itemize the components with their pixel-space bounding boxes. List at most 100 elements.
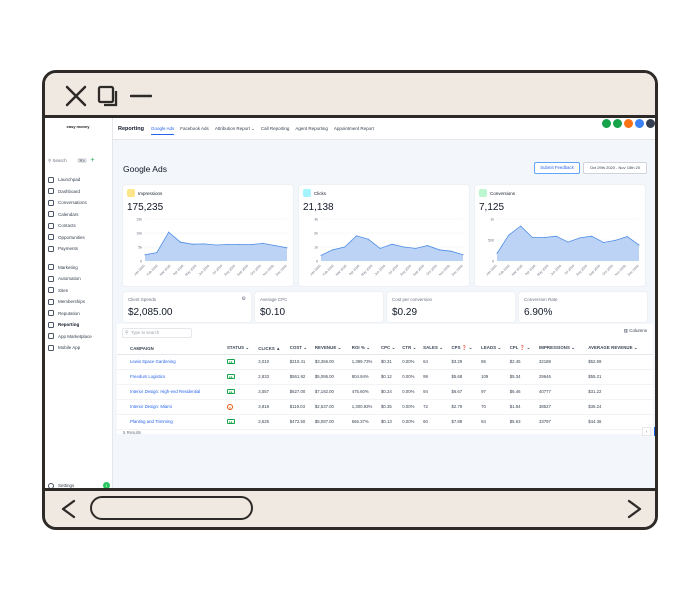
table-search-input[interactable]: Type to search — [122, 328, 192, 338]
minimize-icon[interactable] — [130, 85, 152, 107]
add-icon[interactable]: + — [90, 157, 94, 164]
column-header[interactable]: AVERAGE REVENUE ⌄ — [586, 343, 653, 355]
cell-status: ▸▸ — [224, 384, 257, 400]
forward-arrow-icon[interactable] — [623, 498, 645, 520]
chat-icon[interactable] — [613, 119, 622, 128]
tab-1[interactable]: Facebook Ads — [180, 126, 209, 135]
active-status-icon[interactable]: ▸▸ — [226, 389, 235, 394]
cell-sales: 94 — [421, 384, 450, 400]
sidebar-item-launchpad[interactable]: Launchpad — [48, 174, 110, 186]
stat-label: Cost per conversion — [392, 297, 433, 302]
active-status-icon[interactable]: ▸▸ — [226, 359, 235, 364]
tab-0[interactable]: Google Ads — [151, 126, 175, 135]
search-shortcut: ⌘K — [76, 158, 88, 163]
column-header[interactable]: CPC ⌄ — [378, 343, 401, 355]
gear-icon[interactable]: ⚙ — [242, 296, 246, 302]
sidebar-item-sites[interactable]: Sites — [48, 285, 110, 297]
sidebar-item-opportunities[interactable]: Opportunities — [48, 232, 110, 244]
x-tick-label: Jun 2020 — [550, 264, 563, 277]
stat-value: $2,085.00 — [128, 307, 173, 318]
column-header[interactable]: CPS ❓ ⌄ — [449, 343, 480, 355]
sidebar-item-label: Sites — [58, 287, 69, 293]
column-header[interactable]: STATUS ⌄ — [224, 343, 257, 355]
sidebar-item-mobile-app[interactable]: Mobile App — [48, 342, 110, 354]
sidebar-item-reporting[interactable]: Reporting — [48, 319, 110, 331]
sidebar-item-marketing[interactable]: Marketing — [48, 262, 110, 274]
page-button[interactable]: 1 — [654, 427, 655, 436]
x-tick-label: Feb 2020 — [146, 264, 159, 277]
sidebar-item-payments[interactable]: Payments — [48, 243, 110, 255]
campaign-table: CAMPAIGN STATUS ⌄ CLICKS ▲ COST ⌄ REVENUE ⌄ R… — [117, 343, 653, 430]
sidebar-item-label: Reporting — [58, 322, 80, 328]
x-tick-label: Mar 2020 — [335, 264, 348, 277]
notification-icon[interactable] — [624, 119, 633, 128]
column-header[interactable]: COST ⌄ — [287, 343, 313, 355]
chat-icon — [48, 199, 54, 206]
sidebar-item-app-marketplace[interactable]: App Marketplace — [48, 331, 110, 343]
tab-5[interactable]: Appointment Report — [334, 126, 374, 135]
tab-2[interactable]: Attribution Report ⌄ — [215, 126, 255, 135]
nav-divider — [48, 255, 110, 262]
app-logo[interactable]: easy money — [53, 124, 103, 131]
cell-cpc: $0.35 — [378, 399, 401, 415]
cell-ctr: 0.00% — [400, 369, 422, 385]
payments-icon — [48, 245, 54, 252]
active-status-icon[interactable]: ▸▸ — [226, 374, 235, 379]
column-header[interactable]: CPL ❓ ⌄ — [507, 343, 537, 355]
data-point — [614, 239, 616, 241]
campaign-link[interactable]: Interior Design: Miami — [117, 399, 225, 415]
columns-button[interactable]: ▥ Columns — [624, 328, 647, 334]
campaign-link[interactable]: Planting and Trimming — [117, 414, 225, 430]
cell-cpc: $0.13 — [378, 414, 401, 430]
sidebar-item-automation[interactable]: Automation — [48, 273, 110, 285]
sidebar-search[interactable]: ⚲ Search ⌘K + — [48, 156, 110, 165]
copy-icon[interactable] — [97, 85, 119, 107]
apps-icon — [48, 333, 54, 340]
sidebar-item-reputation[interactable]: Reputation — [48, 308, 110, 320]
table-row: Interior Design: High-end Residential ▸▸ 3… — [117, 384, 653, 400]
column-header[interactable]: CAMPAIGN — [117, 343, 225, 355]
main-content: Google Ads Submit Feedback Oct 29th 2020… — [113, 140, 655, 495]
back-arrow-icon[interactable] — [58, 498, 80, 520]
data-point — [356, 235, 357, 237]
metric-chart: 15k 10k 5k 0Jan 2020 Feb 2020 Mar 2020 Apr 202… — [133, 218, 288, 277]
tab-3[interactable]: Call Reporting — [261, 126, 290, 135]
cell-leads: 97 — [479, 384, 508, 400]
tab-4[interactable]: Agent Reporting — [295, 126, 328, 135]
column-header[interactable]: ROI % ⌄ — [349, 343, 379, 355]
column-header[interactable]: SALES ⌄ — [421, 343, 450, 355]
close-icon[interactable] — [65, 85, 87, 107]
data-point — [286, 247, 288, 249]
campaign-link[interactable]: Freedum Logistics — [117, 369, 225, 385]
sidebar-item-contacts[interactable]: Contacts — [48, 220, 110, 232]
submit-feedback-button[interactable]: Submit Feedback — [534, 162, 580, 174]
data-point — [638, 244, 640, 246]
column-header[interactable]: REVENUE ⌄ — [312, 343, 350, 355]
active-status-icon[interactable]: ▸▸ — [226, 419, 235, 424]
column-header[interactable]: CLICKS ▲ — [256, 343, 288, 355]
columns-label: Columns — [629, 328, 647, 333]
sidebar-item-memberships[interactable]: Memberships — [48, 296, 110, 308]
avatar[interactable] — [646, 119, 655, 128]
paused-status-icon[interactable]: ⏸ — [226, 403, 233, 410]
prev-page-button[interactable]: ‹ — [642, 427, 651, 436]
sidebar-item-conversations[interactable]: Conversations — [48, 197, 110, 209]
cell-leads: 109 — [479, 369, 508, 385]
sidebar-item-dashboard[interactable]: Dashboard — [48, 186, 110, 198]
campaign-link[interactable]: Interior Design: High-end Residential — [117, 384, 225, 400]
help-icon[interactable] — [635, 119, 644, 128]
phone-icon[interactable] — [602, 119, 611, 128]
column-header[interactable]: LEADS ⌄ — [479, 343, 508, 355]
cell-revenue: $7,182.00 — [312, 384, 350, 400]
sidebar-item-label: Calendars — [58, 211, 79, 217]
column-header[interactable]: CTR ⌄ — [400, 343, 422, 355]
cell-cpl: $5.63 — [507, 414, 537, 430]
campaign-link[interactable]: Lewis Space Gardening — [117, 354, 225, 370]
column-header[interactable]: IMPRESSIONS ⌄ — [536, 343, 587, 355]
sidebar-item-calendars[interactable]: Calendars — [48, 209, 110, 221]
header-icons — [602, 119, 655, 128]
reporting-icon — [48, 321, 54, 328]
date-range-picker[interactable]: Oct 29th 2020 - Nov 15th 20 — [583, 162, 647, 174]
data-point — [391, 243, 393, 245]
address-bar[interactable] — [90, 496, 253, 520]
